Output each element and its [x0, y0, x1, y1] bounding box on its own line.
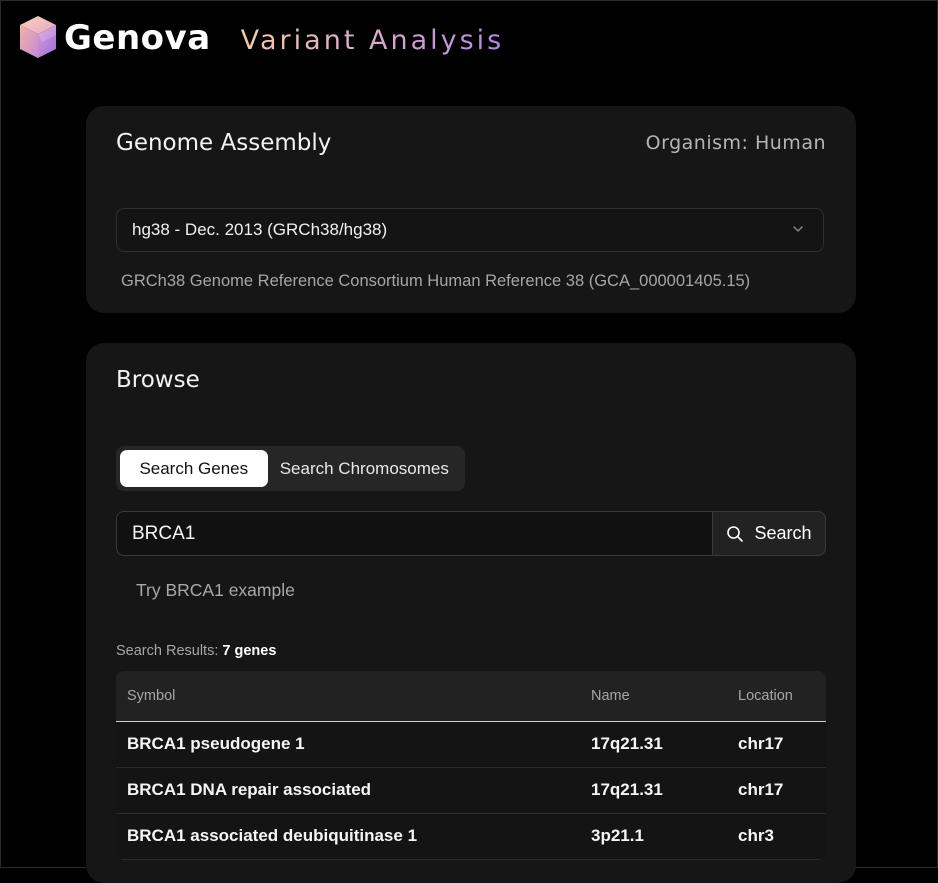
app-subtitle: Variant Analysis	[240, 24, 505, 56]
chevron-down-icon	[793, 226, 803, 232]
search-button[interactable]: Search	[712, 511, 826, 556]
tab-search-chromosomes[interactable]: Search Chromosomes	[268, 450, 461, 487]
assembly-select[interactable]: hg38 - Dec. 2013 (GRCh38/hg38)	[116, 208, 824, 252]
app-header: Genova Variant Analysis	[16, 12, 504, 64]
cell-symbol: BRCA1 pseudogene 1	[127, 734, 305, 753]
gene-search-input[interactable]	[116, 511, 713, 556]
column-header-location[interactable]: Location	[727, 671, 826, 721]
genome-assembly-title: Genome Assembly	[116, 130, 332, 156]
assembly-description: GRCh38 Genome Reference Consortium Human…	[121, 272, 751, 290]
column-header-name[interactable]: Name	[580, 671, 727, 721]
cell-name: 17q21.31	[591, 734, 663, 753]
cell-name: 3p21.1	[591, 826, 644, 845]
search-button-label: Search	[754, 523, 812, 543]
cell-symbol: BRCA1 DNA repair associated	[127, 780, 372, 799]
results-label: Search Results:	[116, 643, 223, 659]
cell-location: chr3	[738, 826, 774, 845]
column-header-symbol[interactable]: Symbol	[116, 671, 580, 721]
cell-symbol: BRCA1 associated deubiquitinase 1	[127, 826, 418, 845]
cube-logo-icon[interactable]	[16, 13, 60, 63]
assembly-select-value: hg38 - Dec. 2013 (GRCh38/hg38)	[132, 220, 388, 239]
search-mode-tabs: Search Genes Search Chromosomes	[116, 446, 465, 491]
search-icon	[727, 525, 744, 542]
table-row[interactable]: BRCA1 pseudogene 1 17q21.31 chr17	[116, 721, 826, 767]
try-example-link[interactable]: Try BRCA1 example	[136, 580, 295, 601]
results-count-value: 7 genes	[222, 643, 277, 659]
genome-assembly-card: Genome Assembly Organism: Human hg38 - D…	[86, 106, 856, 313]
browse-card: Browse Search Genes Search Chromosomes S…	[86, 343, 856, 883]
table-row[interactable]: BRCA1 associated deubiquitinase 1 3p21.1…	[116, 813, 826, 859]
results-table: Symbol Name Location BRCA1 pseudogene 1 …	[116, 671, 826, 860]
organism-label: Organism: Human	[645, 132, 826, 154]
cell-location: chr17	[738, 780, 784, 799]
cell-name: 17q21.31	[591, 780, 663, 799]
browse-title: Browse	[116, 367, 200, 393]
brand-name: Genova	[64, 18, 211, 58]
results-count: Search Results: 7 genes	[116, 643, 276, 659]
tab-search-genes[interactable]: Search Genes	[120, 450, 268, 487]
table-header-row: Symbol Name Location	[116, 671, 826, 721]
table-row[interactable]: BRCA1 DNA repair associated 17q21.31 chr…	[116, 767, 826, 813]
cell-location: chr17	[738, 734, 784, 753]
